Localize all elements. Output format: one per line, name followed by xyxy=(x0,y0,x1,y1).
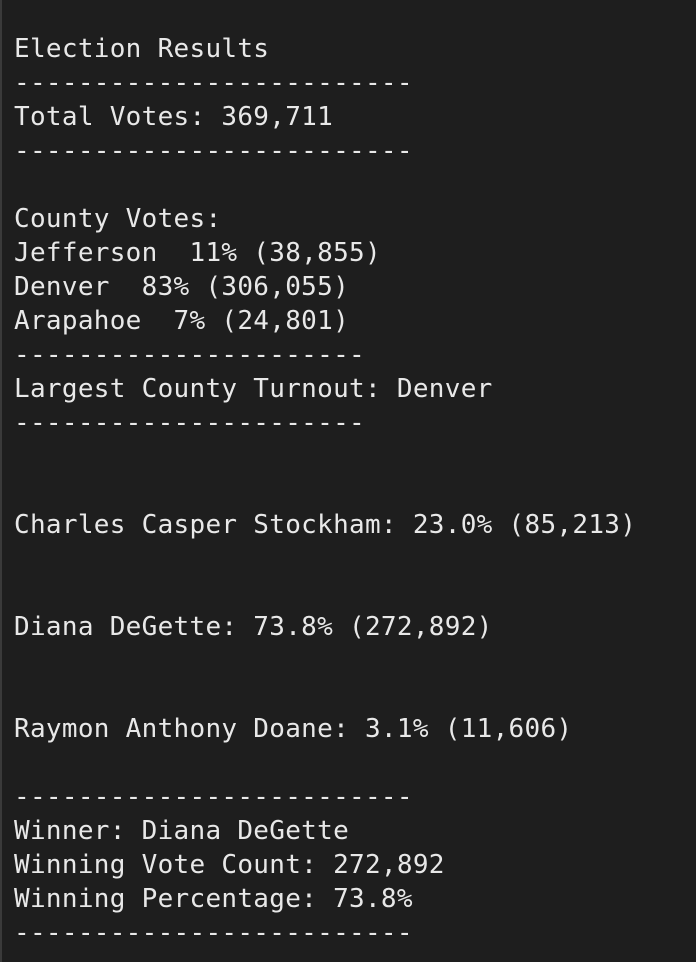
divider: ---------------------- xyxy=(14,340,365,370)
winning-vote-count: Winning Vote Count: 272,892 xyxy=(14,850,445,880)
winner-line: Winner: Diana DeGette xyxy=(14,816,350,846)
terminal-output: Election Results -----------------------… xyxy=(0,0,696,962)
divider: ------------------------- xyxy=(14,136,413,166)
winning-percentage: Winning Percentage: 73.8% xyxy=(14,884,413,914)
divider: ------------------------- xyxy=(14,782,413,812)
divider: ------------------------- xyxy=(14,68,413,98)
divider: ---------------------- xyxy=(14,408,365,438)
county-votes-header: County Votes: xyxy=(14,204,222,234)
total-votes: Total Votes: 369,711 xyxy=(14,102,334,132)
results-title: Election Results xyxy=(14,34,270,64)
candidate-line-doane: Raymon Anthony Doane: 3.1% (11,606) xyxy=(14,714,573,744)
county-line-denver: Denver 83% (306,055) xyxy=(14,272,350,302)
county-line-arapahoe: Arapahoe 7% (24,801) xyxy=(14,306,350,336)
county-line-jefferson: Jefferson 11% (38,855) xyxy=(14,238,381,268)
largest-county-turnout: Largest County Turnout: Denver xyxy=(14,374,493,404)
candidate-line-stockham: Charles Casper Stockham: 23.0% (85,213) xyxy=(14,510,637,540)
candidate-line-degette: Diana DeGette: 73.8% (272,892) xyxy=(14,612,493,642)
divider: ------------------------- xyxy=(14,918,413,948)
